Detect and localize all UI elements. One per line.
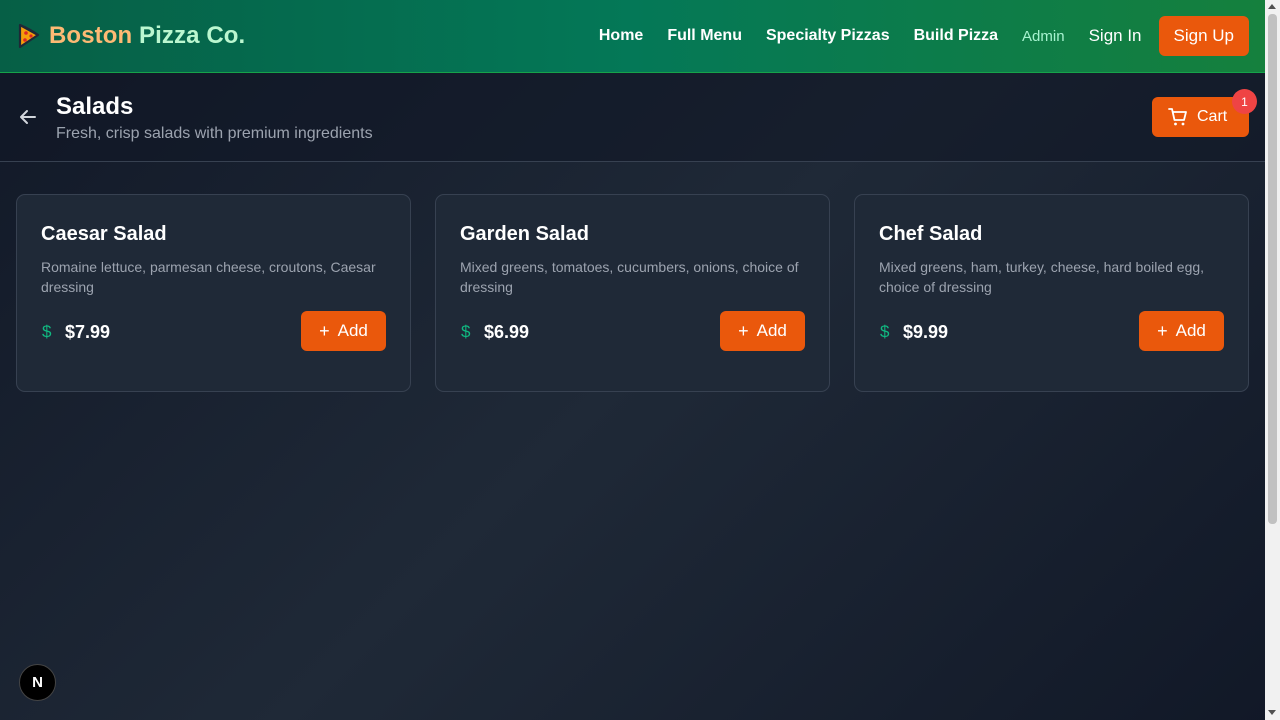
dollar-icon: $ xyxy=(880,322,890,341)
scroll-down-arrow-icon[interactable] xyxy=(1268,710,1276,715)
pizza-slice-icon xyxy=(18,23,40,49)
item-name: Caesar Salad xyxy=(41,223,167,245)
menu-item-card: Caesar Salad Romaine lettuce, parmesan c… xyxy=(16,194,411,392)
page-title: Salads xyxy=(56,93,134,120)
brand-name: Boston Pizza Co. xyxy=(49,22,245,50)
cart-count-badge: 1 xyxy=(1232,89,1257,114)
add-to-cart-button[interactable]: + Add xyxy=(1139,311,1224,351)
page: Boston Pizza Co. Home Full Menu Specialt… xyxy=(0,0,1265,720)
item-price: $9.99 xyxy=(903,322,949,342)
item-name: Chef Salad xyxy=(879,223,983,245)
item-name: Garden Salad xyxy=(460,223,589,245)
plus-icon: + xyxy=(319,321,330,341)
sign-up-button[interactable]: Sign Up xyxy=(1158,16,1249,56)
nav-specialty-pizzas-link[interactable]: Specialty Pizzas xyxy=(766,27,890,45)
cart-label: Cart xyxy=(1197,108,1228,125)
item-description: Mixed greens, tomatoes, cucumbers, onion… xyxy=(460,259,799,295)
scroll-up-arrow-icon[interactable] xyxy=(1268,4,1276,9)
plus-icon: + xyxy=(1157,321,1168,341)
item-description: Mixed greens, ham, turkey, cheese, hard … xyxy=(879,259,1205,295)
page-subtitle: Fresh, crisp salads with premium ingredi… xyxy=(56,125,373,142)
scrollbar-thumb[interactable] xyxy=(1268,14,1277,524)
add-label: Add xyxy=(1175,321,1206,340)
nextjs-dev-indicator[interactable]: N xyxy=(19,664,56,701)
nav-home-link[interactable]: Home xyxy=(599,27,643,45)
nav-admin-link[interactable]: Admin xyxy=(1022,28,1065,45)
brand-name-part2: Pizza Co. xyxy=(139,22,246,49)
dollar-icon: $ xyxy=(461,322,471,341)
menu-item-card: Chef Salad Mixed greens, ham, turkey, ch… xyxy=(854,194,1249,392)
arrow-left-icon[interactable] xyxy=(18,107,38,127)
add-to-cart-button[interactable]: + Add xyxy=(720,311,805,351)
item-price: $7.99 xyxy=(65,322,111,342)
category-header xyxy=(0,73,1265,162)
plus-icon: + xyxy=(738,321,749,341)
nav-build-pizza-link[interactable]: Build Pizza xyxy=(914,27,998,45)
add-label: Add xyxy=(756,321,787,340)
item-description: Romaine lettuce, parmesan cheese, crouto… xyxy=(41,259,376,295)
item-price: $6.99 xyxy=(484,322,530,342)
nav-full-menu-link[interactable]: Full Menu xyxy=(667,27,742,45)
main-nav: Home Full Menu Specialty Pizzas Build Pi… xyxy=(599,16,1249,56)
menu-item-card: Garden Salad Mixed greens, tomatoes, cuc… xyxy=(435,194,830,392)
sign-in-link[interactable]: Sign In xyxy=(1089,26,1142,46)
shopping-cart-icon xyxy=(1168,108,1187,126)
add-to-cart-button[interactable]: + Add xyxy=(301,311,386,351)
brand-logo[interactable]: Boston Pizza Co. xyxy=(18,22,245,50)
add-label: Add xyxy=(337,321,368,340)
top-navbar: Boston Pizza Co. Home Full Menu Specialt… xyxy=(0,0,1265,73)
brand-name-part1: Boston xyxy=(49,22,133,49)
dollar-icon: $ xyxy=(42,322,52,341)
